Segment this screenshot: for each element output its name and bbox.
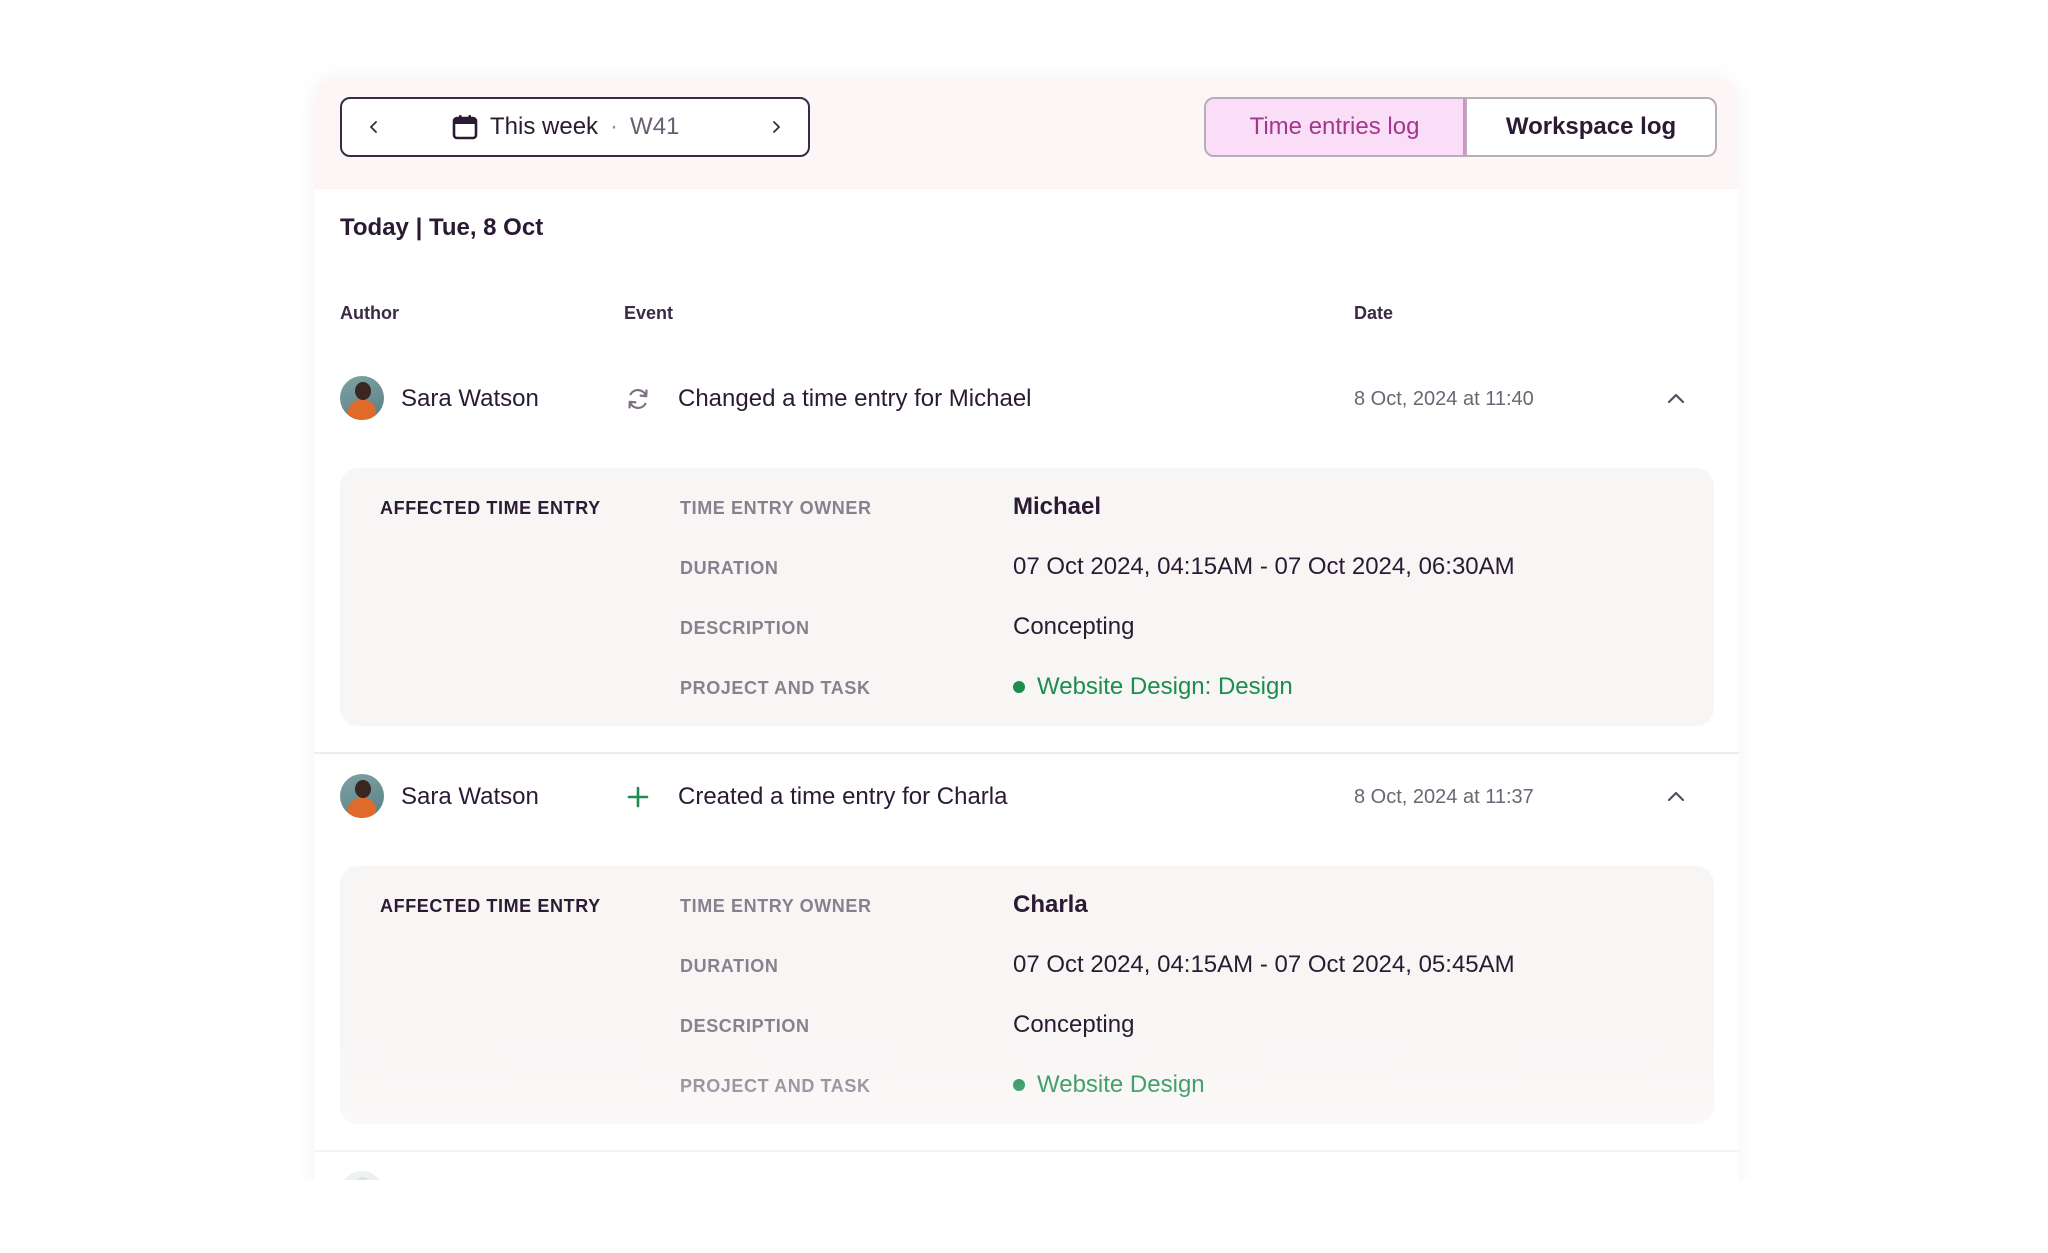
log-header: This week · W41 Time entries log Workspa…: [314, 77, 1739, 189]
project-label: PROJECT AND TASK: [680, 678, 871, 698]
calendar-icon: [452, 114, 478, 140]
description-value: Concepting: [1013, 613, 1135, 640]
column-header-date: Date: [1354, 303, 1394, 323]
week-label: This week: [490, 113, 599, 140]
chevron-left-icon: [370, 121, 377, 133]
week-separator: ·: [610, 113, 619, 140]
collapse-button[interactable]: [1656, 364, 1696, 434]
avatar: [340, 774, 384, 818]
avatar: [340, 376, 384, 420]
column-header-author: Author: [340, 303, 399, 323]
duration-label: DURATION: [680, 558, 779, 578]
project-value[interactable]: Website Design: [1013, 1071, 1205, 1099]
week-navigator: This week · W41: [340, 97, 810, 157]
tab-time-entries-log[interactable]: Time entries log: [1206, 99, 1465, 155]
collapse-button[interactable]: [1656, 762, 1696, 832]
owner-label: TIME ENTRY OWNER: [680, 896, 872, 916]
log-type-tabs: Time entries log Workspace log: [1204, 97, 1717, 157]
duration-label: DURATION: [680, 956, 779, 976]
project-color-dot: [1013, 1079, 1025, 1091]
event-date: 8 Oct, 2024 at 11:40: [1354, 387, 1534, 410]
project-label: PROJECT AND TASK: [680, 1076, 871, 1096]
author-name: Sara Watson: [401, 783, 539, 810]
week-code: W41: [630, 113, 680, 140]
duration-value: 07 Oct 2024, 04:15AM - 07 Oct 2024, 05:4…: [1013, 951, 1515, 978]
chevron-right-icon: [773, 121, 780, 133]
project-color-dot: [1013, 681, 1025, 693]
event-description: Changed a time entry for Michael: [678, 385, 1032, 412]
row-divider: [314, 752, 1739, 754]
day-title: Today | Tue, 8 Oct: [340, 214, 544, 241]
duration-value: 07 Oct 2024, 04:15AM - 07 Oct 2024, 06:3…: [1013, 553, 1515, 580]
column-header-event: Event: [624, 303, 674, 323]
author-name: Sara Watson: [401, 385, 539, 412]
description-label: DESCRIPTION: [680, 618, 810, 638]
tab-workspace-log[interactable]: Workspace log: [1465, 99, 1715, 155]
refresh-icon: [624, 364, 652, 434]
project-name: Website Design: [1037, 1071, 1205, 1098]
log-row[interactable]: Sara Watson Changed a time entry for Mic…: [314, 364, 1739, 434]
section-label: AFFECTED TIME ENTRY: [380, 498, 601, 518]
event-date: 8 Oct, 2024 at 11:37: [1354, 785, 1534, 808]
description-value: Concepting: [1013, 1011, 1135, 1038]
owner-value: Charla: [1013, 891, 1088, 918]
row-divider: [314, 1150, 1739, 1152]
event-description: Created a time entry for Charla: [678, 783, 1008, 810]
next-week-button[interactable]: [748, 99, 804, 155]
description-label: DESCRIPTION: [680, 1016, 810, 1036]
week-picker[interactable]: This week · W41: [452, 99, 679, 155]
owner-label: TIME ENTRY OWNER: [680, 498, 872, 518]
chevron-up-icon: [1667, 791, 1685, 802]
affected-time-entry-panel: AFFECTED TIME ENTRY TIME ENTRY OWNER Mic…: [340, 468, 1714, 726]
page-bottom-fade: [0, 1180, 2048, 1253]
affected-time-entry-panel: AFFECTED TIME ENTRY TIME ENTRY OWNER Cha…: [340, 866, 1714, 1124]
previous-week-button[interactable]: [346, 99, 402, 155]
project-name: Website Design: Design: [1037, 673, 1293, 700]
log-row[interactable]: Sara Watson Created a time entry for Cha…: [314, 762, 1739, 832]
plus-icon: [624, 762, 652, 832]
section-label: AFFECTED TIME ENTRY: [380, 896, 601, 916]
activity-log-card: This week · W41 Time entries log Workspa…: [314, 77, 1739, 1253]
project-value[interactable]: Website Design: Design: [1013, 673, 1293, 701]
chevron-up-icon: [1667, 393, 1685, 404]
owner-value: Michael: [1013, 493, 1102, 520]
